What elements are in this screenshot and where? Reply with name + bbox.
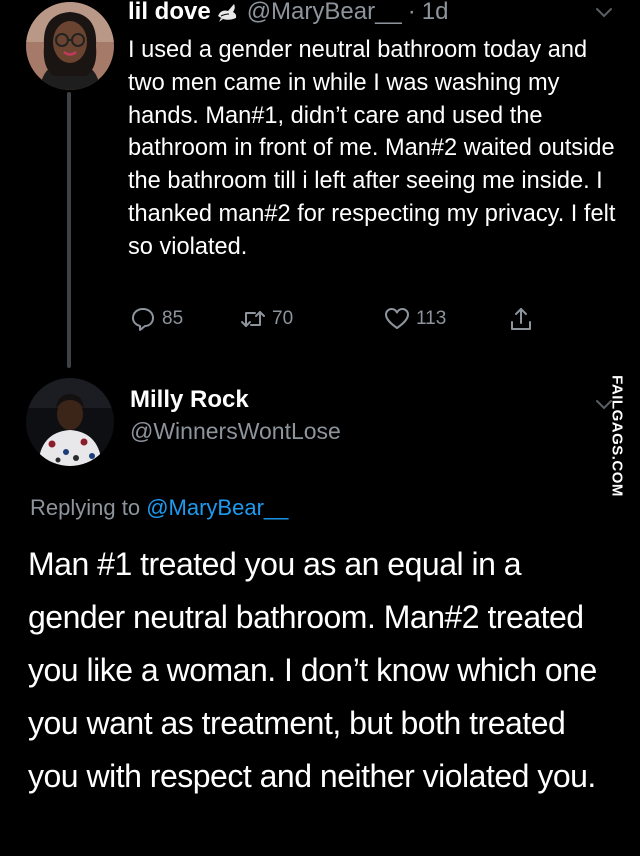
share-icon <box>511 308 531 330</box>
replying-prefix: Replying to <box>30 495 141 520</box>
heart-icon <box>385 308 409 329</box>
retweet-button[interactable]: 70 <box>240 306 293 332</box>
tweet-text: I used a gender neutral bathroom today a… <box>128 37 616 260</box>
dove-icon <box>217 4 236 22</box>
reply-icon <box>132 308 154 331</box>
avatar-image <box>26 2 114 90</box>
share-button[interactable] <box>508 306 540 332</box>
avatar-image <box>26 378 114 466</box>
replying-mention[interactable]: @MaryBear__ <box>146 495 288 520</box>
reply-handle[interactable]: @WinnersWontLose <box>130 418 341 445</box>
avatar-lil-dove[interactable] <box>26 2 114 90</box>
action-bar: 85 70 113 <box>130 306 550 340</box>
reply-text: Man #1 treated you as an equal in a gend… <box>28 546 597 794</box>
separator-dot: · <box>407 0 416 25</box>
like-count: 113 <box>416 308 447 329</box>
watermark-text: FAILGAGS.COM <box>608 375 626 497</box>
retweet-icon <box>241 311 265 327</box>
like-button[interactable]: 113 <box>384 306 446 332</box>
avatar-milly-rock[interactable] <box>26 378 114 466</box>
watermark: FAILGAGS.COM <box>596 372 638 500</box>
reply-count: 85 <box>162 308 184 329</box>
chevron-down-icon[interactable] <box>594 6 614 20</box>
retweet-count: 70 <box>272 308 294 329</box>
timestamp[interactable]: 1d <box>422 0 449 26</box>
reply-button[interactable]: 85 <box>130 306 183 332</box>
handle[interactable]: @MaryBear__ <box>247 0 402 26</box>
replying-to: Replying to @MaryBear__ <box>30 495 288 521</box>
reply-display-name[interactable]: Milly Rock <box>130 386 249 414</box>
thread-line <box>67 92 71 368</box>
display-name[interactable]: lil dove <box>128 0 211 26</box>
tweet-header: lil dove @MaryBear__ · 1d <box>128 0 448 26</box>
